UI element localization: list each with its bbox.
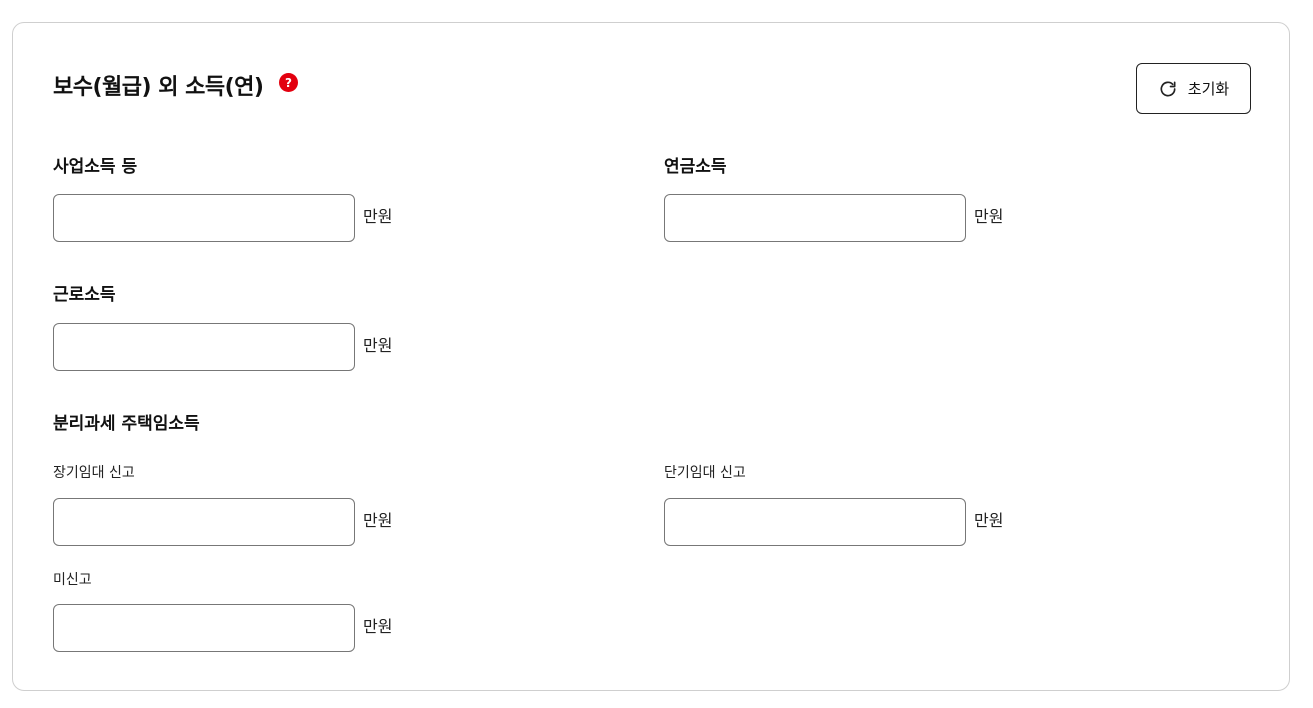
long-term-rental-input[interactable] — [53, 498, 355, 546]
business-income-unit: 만원 — [363, 207, 393, 226]
short-term-rental-unit: 만원 — [974, 511, 1004, 530]
pension-income-unit: 만원 — [974, 207, 1004, 226]
pension-income-label: 연금소득 — [664, 157, 727, 177]
section-title: 보수(월급) 외 소득(연) — [53, 75, 264, 100]
pension-income-input[interactable] — [664, 194, 966, 242]
refresh-icon — [1160, 81, 1176, 96]
reset-button[interactable]: 초기화 — [1136, 63, 1251, 114]
long-term-rental-unit: 만원 — [363, 511, 393, 530]
help-icon[interactable]: ? — [279, 73, 298, 92]
earned-income-unit: 만원 — [363, 336, 393, 355]
long-term-rental-label: 장기임대 신고 — [53, 465, 135, 481]
earned-income-input[interactable] — [53, 323, 355, 371]
earned-income-label: 근로소득 — [53, 285, 116, 305]
short-term-rental-label: 단기임대 신고 — [664, 465, 746, 481]
business-income-input[interactable] — [53, 194, 355, 242]
unreported-rental-unit: 만원 — [363, 617, 393, 636]
housing-rental-income-label: 분리과세 주택임소득 — [53, 414, 200, 434]
reset-label: 초기화 — [1187, 80, 1230, 98]
short-term-rental-input[interactable] — [664, 498, 966, 546]
business-income-label: 사업소득 등 — [53, 157, 138, 177]
unreported-rental-label: 미신고 — [53, 572, 92, 588]
unreported-rental-input[interactable] — [53, 604, 355, 652]
